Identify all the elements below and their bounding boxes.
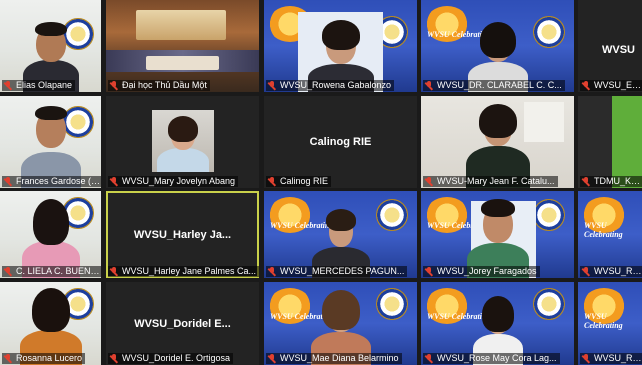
video-gallery: Elias Olapane Đại học Thủ Dầu Một WVSU_R… [0, 0, 642, 365]
participant-display-name: WVSU [602, 44, 635, 56]
participant-tile[interactable]: WVSU_Mary Jovelyn Abang [106, 96, 259, 188]
participant-tile[interactable]: WVSU Celebrating WVSU_Re... [578, 282, 642, 365]
participant-tile[interactable]: WVSU-Mary Jean F. Catalu... [421, 96, 574, 188]
participant-name-label: WVSU_Harley Jane Palmes Ca... [108, 266, 259, 277]
mic-muted-icon [425, 177, 434, 186]
participant-name-label: WVSU_Mary Jovelyn Abang [108, 176, 239, 187]
participant-tile[interactable]: Rosanna Lucero [0, 282, 101, 365]
mic-muted-icon [582, 354, 591, 363]
university-seal-icon [533, 288, 565, 320]
participant-name-label: WVSU_Jorey Faragados [423, 266, 540, 277]
video-feed [264, 0, 417, 92]
mic-muted-icon [268, 177, 277, 186]
participant-tile[interactable]: WVSU WVSU_Enri... [578, 0, 642, 92]
university-seal-icon [376, 288, 408, 320]
participant-display-name: WVSU_Doridel E... [134, 318, 231, 330]
university-seal-icon [533, 16, 565, 48]
mic-muted-icon [268, 81, 277, 90]
banner-text: WVSU Celebrating [584, 312, 623, 330]
participant-name-label: TDMU_Khu... [580, 176, 642, 187]
participant-tile[interactable]: C. LIELA C. BUENVI... [0, 191, 101, 278]
mic-muted-icon [4, 177, 13, 186]
mic-muted-icon [268, 354, 277, 363]
participant-tile[interactable]: Calinog RIE Calinog RIE [264, 96, 417, 188]
participant-name-label: Rosanna Lucero [2, 353, 86, 364]
video-feed: WVSU Celebrating [421, 0, 574, 92]
participant-name-label: Đại học Thủ Dầu Một [108, 80, 210, 91]
video-feed: WVSU Celebrating [421, 191, 574, 278]
participant-tile-active-speaker[interactable]: WVSU_Harley Ja... WVSU_Harley Jane Palme… [106, 191, 259, 278]
participant-name-label: Elias Olapane [2, 80, 76, 91]
university-seal-icon [533, 199, 565, 231]
university-seal-icon [62, 18, 94, 50]
profile-photo [152, 110, 214, 172]
participant-tile[interactable]: WVSU Celebrating WVSU_MERCEDES PAGUN... [264, 191, 417, 278]
mic-muted-icon [425, 81, 434, 90]
participant-tile[interactable]: WVSU_Rowena Gabalonzo [264, 0, 417, 92]
video-feed [0, 96, 101, 188]
video-feed [0, 191, 101, 278]
video-feed: WVSU Celebrating [578, 191, 642, 278]
banner-text: WVSU Celebrating [270, 221, 334, 230]
participant-name-label: WVSU_Enri... [580, 80, 642, 91]
mic-muted-icon [425, 354, 434, 363]
mic-muted-icon [110, 354, 119, 363]
participant-name-label: WVSU_Re... [580, 353, 642, 364]
mic-muted-icon [4, 267, 13, 276]
mic-muted-icon [582, 81, 591, 90]
participant-display-name: Calinog RIE [309, 136, 372, 148]
participant-tile[interactable]: Frances Gardose (E... [0, 96, 101, 188]
participant-name-label: WVSU_Doridel E. Ortigosa [108, 353, 234, 364]
mic-muted-icon [4, 354, 13, 363]
participant-name-label: Frances Gardose (E... [2, 176, 101, 187]
video-feed: WVSU Celebrating [264, 191, 417, 278]
video-feed [612, 96, 642, 188]
participant-name-label: WVSU-Mary Jean F. Catalu... [423, 176, 558, 187]
participant-name-label: WVSU_Rowena Gabalonzo [266, 80, 395, 91]
video-feed [421, 96, 574, 188]
participant-tile[interactable]: Elias Olapane [0, 0, 101, 92]
mic-muted-icon [582, 177, 591, 186]
participant-tile[interactable]: WVSU Celebrating WVSU_DR. CLARABEL C. C.… [421, 0, 574, 92]
banner-text: WVSU Celebrating [584, 221, 623, 239]
video-feed [0, 0, 101, 92]
participant-name-label: WVSU_MERCEDES PAGUN... [266, 266, 408, 277]
participant-name-label: WVSU_DR. CLARABEL C. C... [423, 80, 565, 91]
video-feed [106, 0, 259, 92]
participant-tile[interactable]: WVSU Celebrating WVSU_Jorey Faragados [421, 191, 574, 278]
participant-name-label: WVSU_Rose May Cora Lag... [423, 353, 560, 364]
participant-name-label: Calinog RIE [266, 176, 332, 187]
mic-muted-icon [110, 267, 119, 276]
mic-muted-icon [110, 81, 119, 90]
mic-muted-icon [4, 81, 13, 90]
participant-tile[interactable]: WVSU_Doridel E... WVSU_Doridel E. Ortigo… [106, 282, 259, 365]
participant-tile[interactable]: WVSU Celebrating WVSU_Rose May Cora Lag.… [421, 282, 574, 365]
participant-tile[interactable]: WVSU Celebrating WVSU_Re... [578, 191, 642, 278]
mic-muted-icon [425, 267, 434, 276]
university-seal-icon [62, 106, 94, 138]
participant-name-label: C. LIELA C. BUENVI... [2, 266, 101, 277]
participant-display-name: WVSU_Harley Ja... [133, 229, 232, 241]
participant-tile[interactable]: WVSU Celebrating WVSU_Mae Diana Belarmin… [264, 282, 417, 365]
participant-name-label: WVSU_Re... [580, 266, 642, 277]
participant-tile[interactable]: Đại học Thủ Dầu Một [106, 0, 259, 92]
university-seal-icon [376, 199, 408, 231]
participant-tile[interactable]: TDMU_Khu... [578, 96, 642, 188]
mic-muted-icon [268, 267, 277, 276]
participant-name-label: WVSU_Mae Diana Belarmino [266, 353, 402, 364]
mic-muted-icon [110, 177, 119, 186]
mic-muted-icon [582, 267, 591, 276]
